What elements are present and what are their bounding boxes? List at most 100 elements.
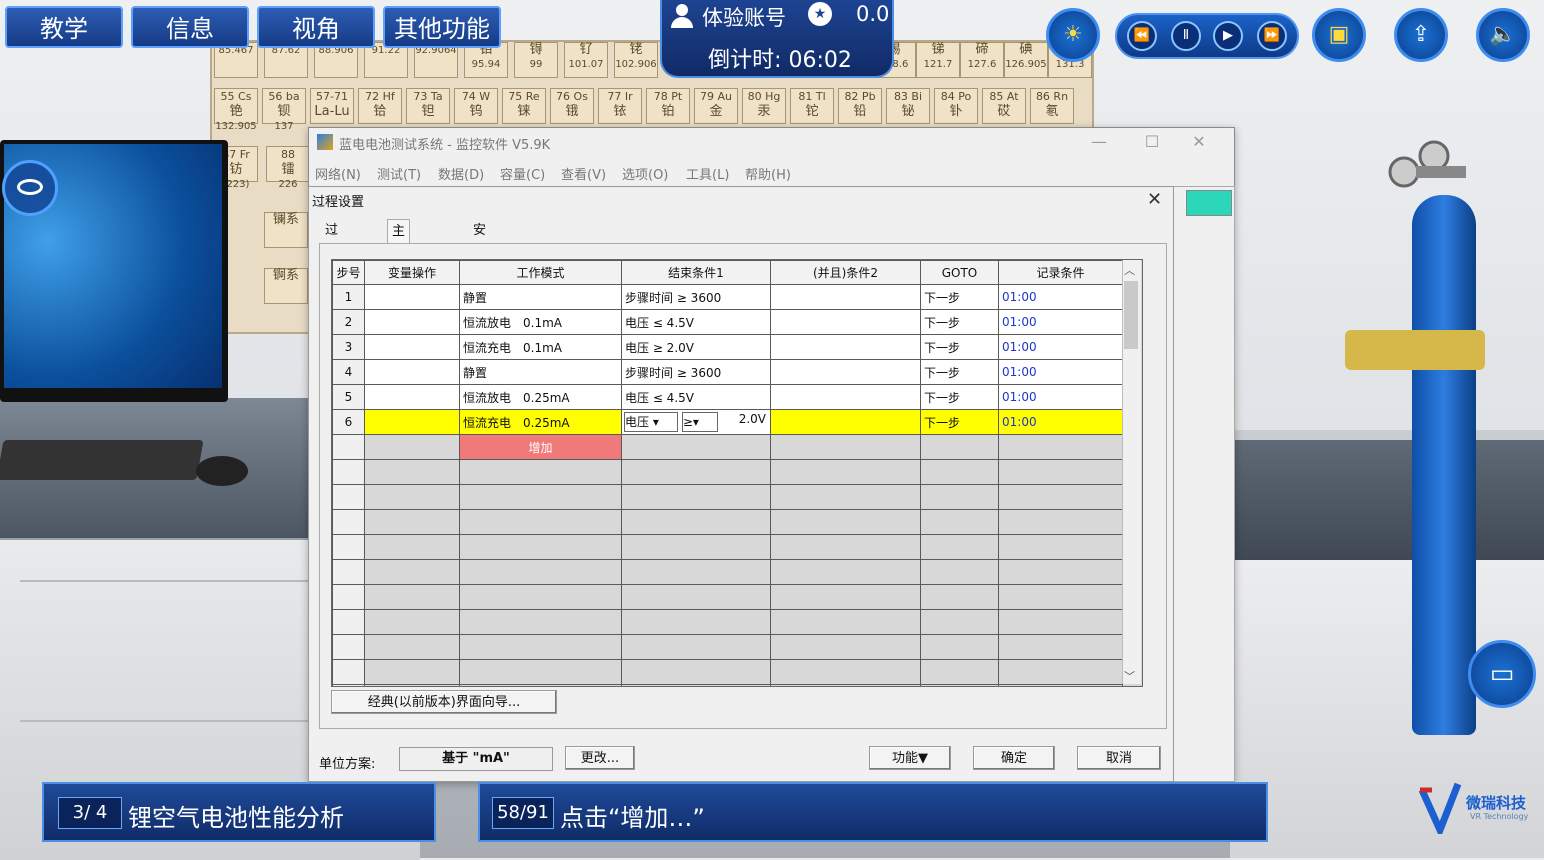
scroll-down-icon[interactable]: ﹀	[1124, 668, 1135, 684]
end-condition-cell[interactable]	[621, 584, 771, 610]
empty-table-row[interactable]	[332, 534, 1123, 560]
record-cell[interactable]	[998, 534, 1123, 560]
tab-process-name[interactable]: 过程名称	[321, 219, 342, 310]
record-cell[interactable]	[998, 484, 1123, 510]
table-row[interactable]: 2 恒流放电 0.1mA 电压 ≤ 4.5V 下一步 01:00	[332, 309, 1123, 335]
goto-cell[interactable]	[920, 459, 999, 485]
end-operator-select[interactable]: ≥▾	[681, 412, 718, 432]
function-button[interactable]: 功能▼	[869, 746, 951, 770]
empty-table-row[interactable]	[332, 609, 1123, 635]
variable-cell[interactable]	[364, 334, 460, 360]
empty-table-row[interactable]	[332, 634, 1123, 660]
empty-table-row[interactable]	[332, 659, 1123, 685]
variable-cell[interactable]	[364, 609, 460, 635]
end-condition2-cell[interactable]	[770, 659, 921, 685]
record-cell[interactable]: 01:00	[998, 384, 1123, 410]
goto-cell[interactable]: 下一步	[920, 409, 999, 435]
tab-safety[interactable]: 安全保护	[469, 219, 490, 310]
end-condition-cell[interactable]	[621, 684, 771, 686]
end-condition2-cell[interactable]	[770, 609, 921, 635]
goto-cell[interactable]	[920, 509, 999, 535]
mode-cell[interactable]: 静置	[459, 359, 622, 385]
record-cell[interactable]	[998, 659, 1123, 685]
variable-cell[interactable]	[364, 384, 460, 410]
mode-cell[interactable]	[459, 559, 622, 585]
end-condition-cell[interactable]: 步骤时间 ≥ 3600	[621, 359, 771, 385]
rewind-button[interactable]: ⏪	[1127, 21, 1157, 51]
end-condition2-cell[interactable]	[770, 334, 921, 360]
goto-cell[interactable]: 下一步	[920, 284, 999, 310]
goto-cell[interactable]	[920, 609, 999, 635]
variable-cell[interactable]	[364, 584, 460, 610]
record-cell[interactable]: 01:00	[998, 309, 1123, 335]
goto-cell[interactable]	[920, 534, 999, 560]
sound-button[interactable]: 🔈	[1476, 8, 1530, 62]
side-status-indicator[interactable]	[1186, 190, 1232, 216]
record-cell[interactable]: 01:00	[998, 359, 1123, 385]
goto-cell[interactable]	[920, 559, 999, 585]
mode-cell[interactable]: 静置	[459, 284, 622, 310]
variable-cell[interactable]	[364, 434, 460, 460]
mode-cell[interactable]	[459, 659, 622, 685]
screen-view-button[interactable]: ▭	[1468, 640, 1536, 708]
variable-cell[interactable]	[364, 559, 460, 585]
end-condition2-cell[interactable]	[770, 459, 921, 485]
goto-cell[interactable]	[920, 434, 999, 460]
variable-cell[interactable]	[364, 459, 460, 485]
light-button[interactable]: ☀	[1046, 8, 1100, 62]
end-condition2-cell[interactable]	[770, 634, 921, 660]
variable-cell[interactable]	[364, 634, 460, 660]
end-condition-cell[interactable]: 电压 ≤ 4.5V	[621, 384, 771, 410]
pause-button[interactable]: Ⅱ	[1171, 21, 1201, 51]
mode-cell[interactable]	[459, 534, 622, 560]
dialog-close-button[interactable]: ✕	[1147, 189, 1162, 210]
end-condition2-cell[interactable]	[770, 434, 921, 460]
record-cell[interactable]	[998, 434, 1123, 460]
end-condition2-cell[interactable]	[770, 409, 921, 435]
variable-cell[interactable]	[364, 659, 460, 685]
end-condition2-cell[interactable]	[770, 534, 921, 560]
record-cell[interactable]: 01:00	[998, 334, 1123, 360]
end-condition2-cell[interactable]	[770, 559, 921, 585]
close-window-button[interactable]: ✕	[1184, 132, 1214, 151]
empty-table-row[interactable]	[332, 484, 1123, 510]
goto-cell[interactable]	[920, 484, 999, 510]
end-condition-cell[interactable]	[621, 459, 771, 485]
scroll-up-icon[interactable]: ︿	[1124, 262, 1135, 278]
menu-help[interactable]: 帮助(H)	[745, 164, 791, 183]
fast-forward-button[interactable]: ⏩	[1257, 21, 1287, 51]
end-variable-select[interactable]: 电压 ▾	[624, 412, 678, 432]
record-cell[interactable]	[998, 459, 1123, 485]
cancel-button[interactable]: 取消	[1077, 746, 1161, 770]
hud-menu-view[interactable]: 视角	[257, 6, 375, 48]
end-condition2-cell[interactable]	[770, 384, 921, 410]
menu-test[interactable]: 测试(T)	[377, 164, 421, 183]
goto-cell[interactable]: 下一步	[920, 384, 999, 410]
mode-cell[interactable]: 恒流放电 0.25mA	[459, 384, 622, 410]
menu-options[interactable]: 选项(O)	[622, 164, 668, 183]
record-cell[interactable]	[998, 634, 1123, 660]
scrollbar-thumb[interactable]	[1124, 281, 1138, 349]
mode-cell[interactable]	[459, 684, 622, 686]
variable-cell[interactable]	[364, 409, 460, 435]
record-cell[interactable]	[998, 559, 1123, 585]
record-cell[interactable]: 01:00	[998, 284, 1123, 310]
menu-network[interactable]: 网络(N)	[315, 164, 361, 183]
end-condition-cell[interactable]: 电压 ≥ 2.0V	[621, 334, 771, 360]
end-condition2-cell[interactable]	[770, 484, 921, 510]
end-condition-cell[interactable]: 电压 ≤ 4.5V	[621, 309, 771, 335]
tab-main-params[interactable]: 主参数设置	[387, 219, 411, 335]
variable-cell[interactable]	[364, 359, 460, 385]
variable-cell[interactable]	[364, 309, 460, 335]
empty-table-row[interactable]	[332, 684, 1123, 686]
mode-cell[interactable]: 恒流充电 0.1mA	[459, 334, 622, 360]
variable-cell[interactable]	[364, 284, 460, 310]
variable-cell[interactable]	[364, 509, 460, 535]
selected-table-row[interactable]: 6 恒流充电 0.25mA 电压 ▾ ≥▾ 2.0V 下一步 01:00	[332, 409, 1123, 435]
end-condition-cell[interactable]	[621, 484, 771, 510]
share-button[interactable]: ⇪	[1394, 8, 1448, 62]
end-condition2-cell[interactable]	[770, 309, 921, 335]
classic-wizard-button[interactable]: 经典(以前版本)界面向导...	[331, 690, 557, 714]
hud-menu-teaching[interactable]: 教学	[5, 6, 123, 48]
empty-table-row[interactable]	[332, 584, 1123, 610]
